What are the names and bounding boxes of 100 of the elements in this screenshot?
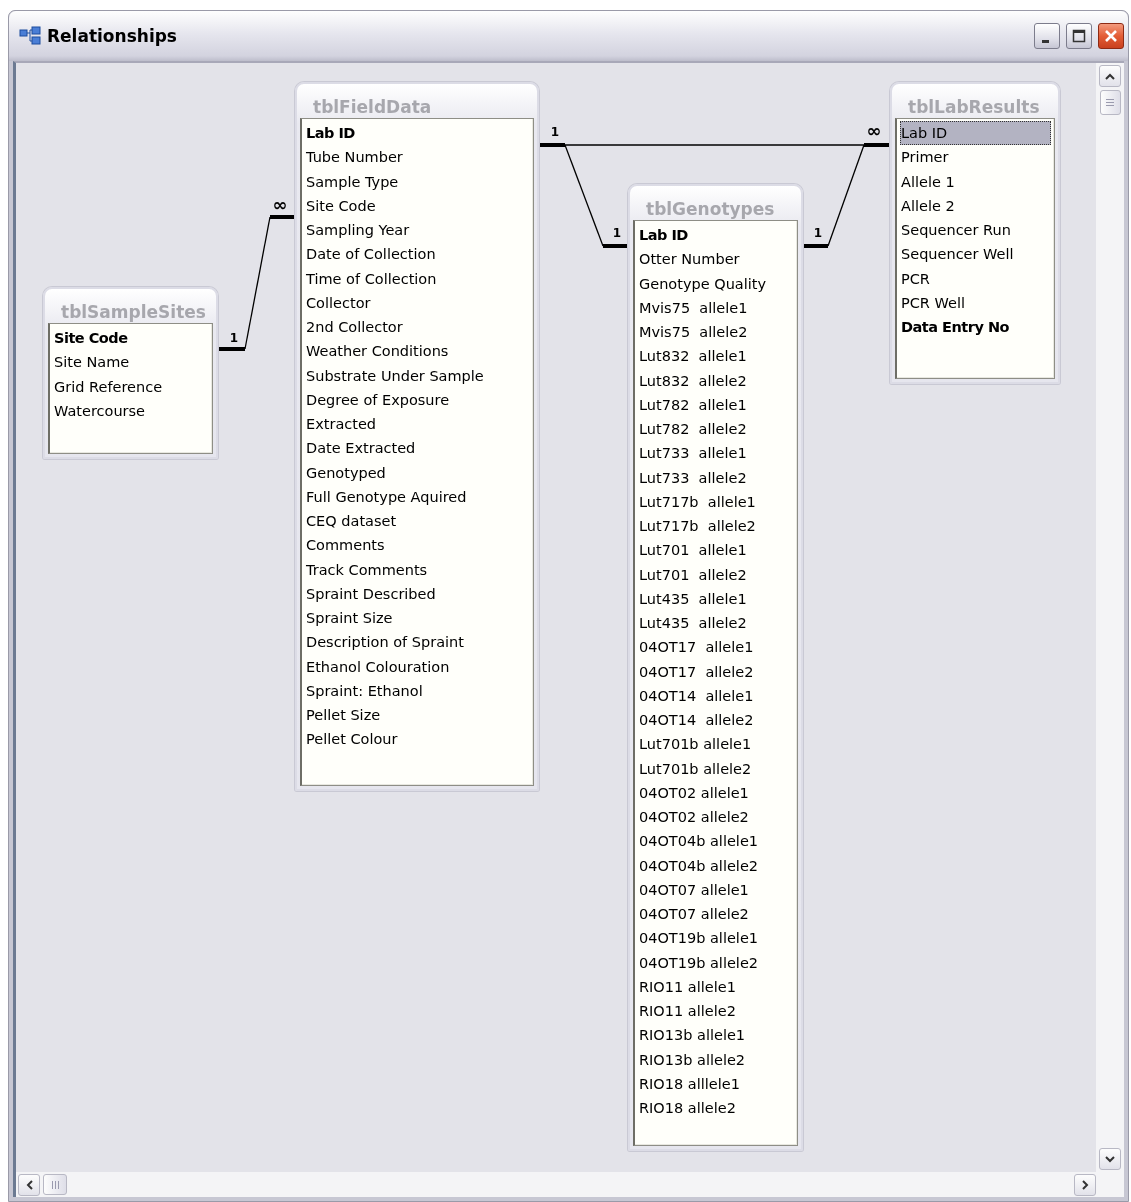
field-item[interactable]: Full Genotype Aquired [305, 484, 530, 509]
field-item[interactable]: Sampling Year [305, 218, 530, 243]
field-item[interactable]: 04OT14 allele2 [638, 708, 794, 733]
field-item[interactable]: Lut832 allele2 [638, 368, 794, 393]
scroll-thumb[interactable] [1099, 90, 1121, 115]
field-item[interactable]: Otter Number [638, 247, 794, 272]
field-item[interactable]: Mvis75 allele2 [638, 320, 794, 345]
field-item[interactable]: RIO13b allele1 [638, 1023, 794, 1048]
field-item[interactable]: Data Entry No [900, 315, 1051, 340]
table-window[interactable]: tblLabResults Lab ID Primer Allele 1 Allele 2 Sequencer Run Sequencer Well PCR PCR Well Data Entry No [890, 82, 1060, 384]
field-item[interactable]: Spraint Described [305, 581, 530, 606]
field-item[interactable]: Site Name [53, 350, 209, 375]
horizontal-scrollbar[interactable] [16, 1172, 1124, 1197]
field-item[interactable]: Sequencer Well [900, 242, 1051, 267]
field-item[interactable]: Sample Type [305, 169, 530, 194]
field-item[interactable]: PCR Well [900, 290, 1051, 315]
field-item[interactable]: Time of Collection [305, 266, 530, 291]
field-item[interactable]: RIO13b allele2 [638, 1047, 794, 1072]
cardinality-label: 1 [612, 226, 622, 240]
field-item[interactable]: Lut701 allele2 [638, 562, 794, 587]
field-item[interactable]: Weather Conditions [305, 339, 530, 364]
field-item[interactable]: Genotype Quality [638, 271, 794, 296]
field-item[interactable]: Site Code [53, 326, 209, 351]
field-item[interactable]: Allele 1 [900, 169, 1051, 194]
field-item[interactable]: RIO11 allele2 [638, 999, 794, 1024]
field-item[interactable]: Comments [305, 533, 530, 558]
vertical-scrollbar[interactable] [1096, 63, 1124, 1172]
field-item[interactable]: Date Extracted [305, 436, 530, 461]
relationship-line[interactable] [803, 143, 890, 248]
field-item[interactable]: Genotyped [305, 460, 530, 485]
table-title: tblGenotypes [645, 198, 776, 220]
field-item[interactable]: RIO18 alllele1 [638, 1071, 794, 1096]
field-item[interactable]: 04OT02 allele2 [638, 805, 794, 830]
relationship-line[interactable] [539, 143, 628, 248]
field-item[interactable]: Lut832 allele1 [638, 344, 794, 369]
field-item[interactable]: Allele 2 [900, 193, 1051, 218]
field-item[interactable]: Lab ID [900, 121, 1051, 146]
field-item[interactable]: Lut717b allele2 [638, 514, 794, 539]
field-item[interactable]: RIO18 allele2 [638, 1096, 794, 1121]
window-title: Relationships [47, 26, 178, 46]
field-item[interactable]: Collector [305, 290, 530, 315]
field-item[interactable]: Sequencer Run [900, 218, 1051, 243]
field-item[interactable]: 04OT04b allele1 [638, 829, 794, 854]
field-item[interactable]: Substrate Under Sample [305, 363, 530, 388]
field-item[interactable]: Lab ID [638, 223, 794, 248]
field-item[interactable]: Lut701b allele1 [638, 732, 794, 757]
field-item[interactable]: Lut782 allele2 [638, 417, 794, 442]
field-item[interactable]: Degree of Exposure [305, 387, 530, 412]
field-item[interactable]: 04OT17 allele1 [638, 635, 794, 660]
field-item[interactable]: 04OT19b allele2 [638, 950, 794, 975]
field-item[interactable]: Lut733 allele1 [638, 441, 794, 466]
scroll-right-button[interactable] [1074, 1173, 1096, 1196]
field-item[interactable]: Pellet Size [305, 703, 530, 728]
table-title: tblSampleSites [60, 301, 207, 323]
field-item[interactable]: Primer [900, 145, 1051, 170]
close-button[interactable] [1098, 23, 1124, 49]
field-item[interactable]: Ethanol Colouration [305, 654, 530, 679]
field-item[interactable]: Lab ID [305, 121, 530, 146]
close-icon [1104, 29, 1118, 43]
field-item[interactable]: Lut435 allele1 [638, 586, 794, 611]
grip-icon [1105, 98, 1115, 107]
field-item[interactable]: CEQ dataset [305, 509, 530, 534]
field-item[interactable]: Lut701 allele1 [638, 538, 794, 563]
field-item[interactable]: 04OT17 allele2 [638, 659, 794, 684]
field-item[interactable]: Lut435 allele2 [638, 611, 794, 636]
field-item[interactable]: Lut717b allele1 [638, 489, 794, 514]
field-item[interactable]: Pellet Colour [305, 727, 530, 752]
field-item[interactable]: Description of Spraint [305, 630, 530, 655]
field-item[interactable]: 04OT07 allele1 [638, 877, 794, 902]
field-item[interactable]: Spraint: Ethanol [305, 678, 530, 703]
table-title: tblFieldData [312, 96, 433, 118]
field-item[interactable]: 2nd Collector [305, 315, 530, 340]
field-item[interactable]: Extracted [305, 412, 530, 437]
scroll-left-button[interactable] [18, 1173, 40, 1196]
field-item[interactable]: 04OT07 allele2 [638, 902, 794, 927]
table-window[interactable]: tblSampleSites Site Code Site Name Grid Reference Watercourse [43, 287, 218, 459]
field-item[interactable]: Lut733 allele2 [638, 465, 794, 490]
relationship-line[interactable] [218, 215, 295, 351]
field-item[interactable]: Tube Number [305, 145, 530, 170]
field-item[interactable]: Spraint Size [305, 606, 530, 631]
field-item[interactable]: 04OT14 allele1 [638, 683, 794, 708]
minimize-button[interactable] [1034, 23, 1060, 49]
field-item[interactable]: Grid Reference [53, 374, 209, 399]
scroll-thumb[interactable] [43, 1174, 67, 1195]
field-item[interactable]: Watercourse [53, 398, 209, 423]
field-item[interactable]: PCR [900, 266, 1051, 291]
field-item[interactable]: 04OT19b allele1 [638, 926, 794, 951]
field-item[interactable]: 04OT04b allele2 [638, 853, 794, 878]
field-item[interactable]: Date of Collection [305, 242, 530, 267]
field-item[interactable]: Site Code [305, 193, 530, 218]
cardinality-label: ∞ [866, 120, 882, 141]
field-item[interactable]: RIO11 allele1 [638, 974, 794, 999]
field-item[interactable]: 04OT02 allele1 [638, 780, 794, 805]
field-item[interactable]: Lut782 allele1 [638, 392, 794, 417]
maximize-button[interactable] [1066, 23, 1092, 49]
scroll-up-button[interactable] [1099, 65, 1121, 87]
field-item[interactable]: Lut701b allele2 [638, 756, 794, 781]
field-item[interactable]: Mvis75 allele1 [638, 295, 794, 320]
scroll-down-button[interactable] [1099, 1148, 1121, 1170]
field-item[interactable]: Track Comments [305, 557, 530, 582]
